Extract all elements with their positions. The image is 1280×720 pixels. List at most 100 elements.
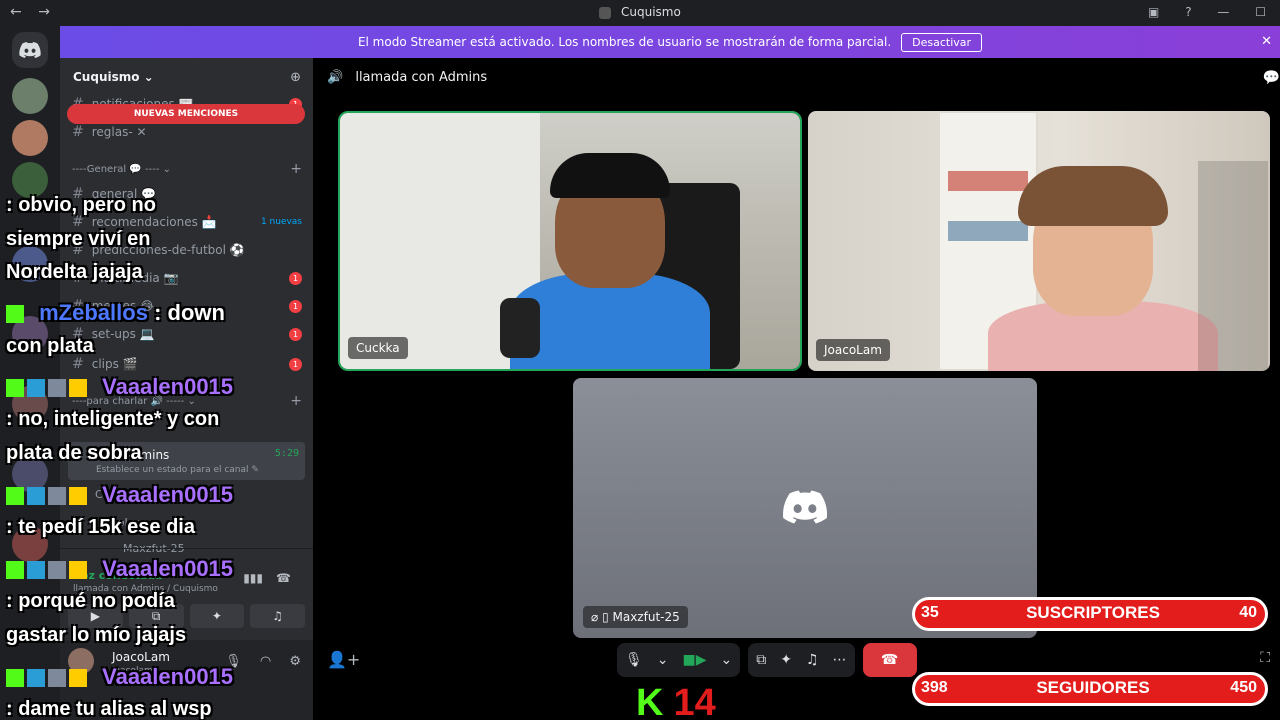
headphones-icon[interactable]: ◠ — [260, 654, 271, 669]
category-para-charlar[interactable]: ----para charlar 🔊 ----- ⌄ + — [72, 393, 302, 409]
camera-icon[interactable]: ■▶ — [683, 652, 707, 668]
activity-group: ⧉ ✦ ♫ ⋯ — [748, 643, 855, 677]
add-channel-icon[interactable]: + — [290, 393, 302, 409]
microphone-icon[interactable]: 🎙 — [225, 654, 242, 669]
minimize-icon[interactable]: — — [1217, 5, 1229, 19]
channel-label: set-ups 💻 — [91, 327, 155, 341]
add-member-icon[interactable]: ⊕ — [290, 70, 301, 85]
channel-label: predicciones-de-futbol ⚽ — [91, 243, 245, 257]
channel-sidebar: Cuquismo ⌄ ⊕ # notificaciones 📰 1 NUEVAS… — [60, 58, 378, 720]
hair — [1018, 166, 1168, 226]
deactivate-button[interactable]: Desactivar — [901, 32, 983, 52]
speaker-icon: 🔊 — [327, 70, 344, 85]
close-icon[interactable]: ✕ — [1261, 34, 1272, 49]
participant-name-tag: JoacoLam — [816, 339, 890, 361]
viewer-count: 14 — [673, 682, 716, 720]
server-icon-1[interactable] — [12, 78, 48, 114]
camera-toggle-button[interactable]: ▶ — [68, 604, 123, 628]
channel-general[interactable]: # general 💬 — [72, 184, 302, 204]
channel-label: memes 😂 — [91, 299, 154, 313]
video-tile-joacolam[interactable]: JoacoLam — [808, 111, 1270, 371]
maximize-icon[interactable]: ☐ — [1255, 5, 1266, 19]
kick-viewer-count: K 14 — [636, 682, 716, 720]
user-controls: 🎙 ◠ ⚙ — [211, 654, 301, 669]
server-icon-8[interactable] — [12, 526, 48, 562]
new-messages-tag: 1 nuevas — [260, 217, 302, 227]
hash-icon: # — [72, 298, 84, 314]
voice-member-cuckka[interactable]: Cuckka ■ — [95, 488, 323, 501]
window-title-text: Cuquismo — [621, 5, 681, 19]
shelf-items — [948, 221, 1028, 241]
voice-member-joacolam[interactable]: JoacoLam ■ — [95, 516, 323, 529]
channel-multimedia[interactable]: # multimedia 📷 1 — [72, 268, 302, 288]
video-tile-cuckka[interactable]: Cuckka — [338, 111, 802, 371]
channel-recomendaciones[interactable]: # recomendaciones 📩 1 nuevas — [72, 212, 302, 232]
channel-predicciones[interactable]: # predicciones-de-futbol ⚽ — [72, 240, 302, 260]
followers-label: SEGUIDORES — [1036, 678, 1150, 697]
user-name[interactable]: JoacoLam — [112, 650, 170, 664]
category-label: ----para charlar 🔊 ----- ⌄ — [72, 396, 196, 407]
disconnect-button[interactable]: ☎ — [862, 643, 917, 677]
voice-channel-llamada[interactable]: ...con Admins 5:29 Establece un estado p… — [68, 442, 305, 480]
server-icon-3[interactable] — [12, 162, 48, 198]
server-icon-5[interactable] — [12, 316, 48, 352]
channel-status[interactable]: Establece un estado para el canal ✎ — [96, 465, 259, 475]
kick-logo-icon: K — [636, 682, 664, 720]
hash-icon: # — [72, 124, 84, 140]
invite-icon[interactable]: 👤+ — [327, 650, 360, 669]
chevron-down-icon[interactable]: ⌄ — [657, 652, 669, 668]
channel-memes[interactable]: # memes 😂 1 — [72, 296, 302, 316]
server-icon-2[interactable] — [12, 120, 48, 156]
server-icon-7[interactable] — [12, 456, 48, 492]
banner-text: El modo Streamer está activado. Los nomb… — [357, 35, 892, 49]
activities-button[interactable]: ✦ — [189, 604, 245, 628]
chevron-down-icon[interactable]: ⌄ — [721, 652, 733, 668]
server-icon-4[interactable] — [12, 246, 48, 282]
add-channel-icon[interactable]: + — [290, 161, 302, 177]
more-icon[interactable]: ⋯ — [833, 652, 847, 668]
new-mentions-pill[interactable]: NUEVAS MENCIONES — [67, 104, 305, 124]
discord-home-button[interactable] — [12, 32, 48, 68]
channel-reglas[interactable]: # reglas- ✕ — [72, 122, 302, 142]
window-controls: ▣ ? — ☐ — [1126, 5, 1266, 19]
subscribers-goal: 40 — [1239, 604, 1257, 621]
call-timer: 5:29 — [274, 448, 299, 459]
fullscreen-icon[interactable]: ⛶ — [1260, 650, 1270, 666]
channel-clips[interactable]: # clips 🎬 1 — [72, 354, 302, 374]
gear-icon[interactable]: ⚙ — [289, 654, 301, 669]
subscribers-label: SUSCRIPTORES — [1026, 603, 1160, 622]
mirrored-chat-overlay — [1198, 161, 1268, 371]
screen-share-button[interactable]: ⧉ — [128, 604, 184, 628]
unread-badge: 1 — [289, 327, 302, 341]
call-title: llamada con Admins — [355, 70, 488, 85]
subscribers-counter: 35 SUSCRIPTORES 40 — [912, 597, 1268, 631]
inbox-icon[interactable]: ▣ — [1148, 5, 1159, 19]
mic-muted-icon: ⌀ — [591, 610, 599, 624]
signal-icon[interactable]: ▮▮▮ — [243, 571, 263, 585]
server-icon-6[interactable] — [12, 386, 48, 422]
hash-icon: # — [72, 356, 84, 372]
screen-share-icon[interactable]: ⧉ — [756, 652, 766, 668]
user-tag: joacolam — [112, 666, 153, 676]
mobile-icon: ▯ — [602, 610, 609, 624]
category-general[interactable]: ----General 💬 ---- ⌄ + — [72, 161, 302, 177]
window-title: Cuquismo — [0, 5, 1280, 19]
avatar[interactable] — [68, 648, 94, 674]
chat-icon[interactable]: 💬 — [1263, 70, 1280, 86]
hash-icon: # — [72, 270, 84, 286]
unread-badge: 1 — [289, 271, 302, 285]
microphone-icon[interactable]: 🎙 — [625, 652, 643, 668]
activities-icon[interactable]: ✦ — [780, 652, 792, 668]
unread-badge: 1 — [289, 299, 302, 313]
mic-camera-group: 🎙 ⌄ ■▶ ⌄ — [617, 643, 741, 677]
soundboard-icon[interactable]: ♫ — [806, 652, 819, 668]
disconnect-icon[interactable]: ☎ — [276, 571, 291, 585]
help-icon[interactable]: ? — [1185, 5, 1191, 19]
participant-name-tag: Cuckka — [348, 337, 408, 359]
voice-connected-status[interactable]: Voz conectada — [73, 569, 163, 582]
channel-set-ups[interactable]: # set-ups 💻 1 — [72, 324, 302, 344]
soundboard-button[interactable]: ♫ — [250, 604, 305, 628]
microphone — [500, 298, 540, 358]
voice-channel-name: ...con Admins — [88, 448, 170, 462]
server-name[interactable]: Cuquismo ⌄ — [73, 70, 154, 84]
